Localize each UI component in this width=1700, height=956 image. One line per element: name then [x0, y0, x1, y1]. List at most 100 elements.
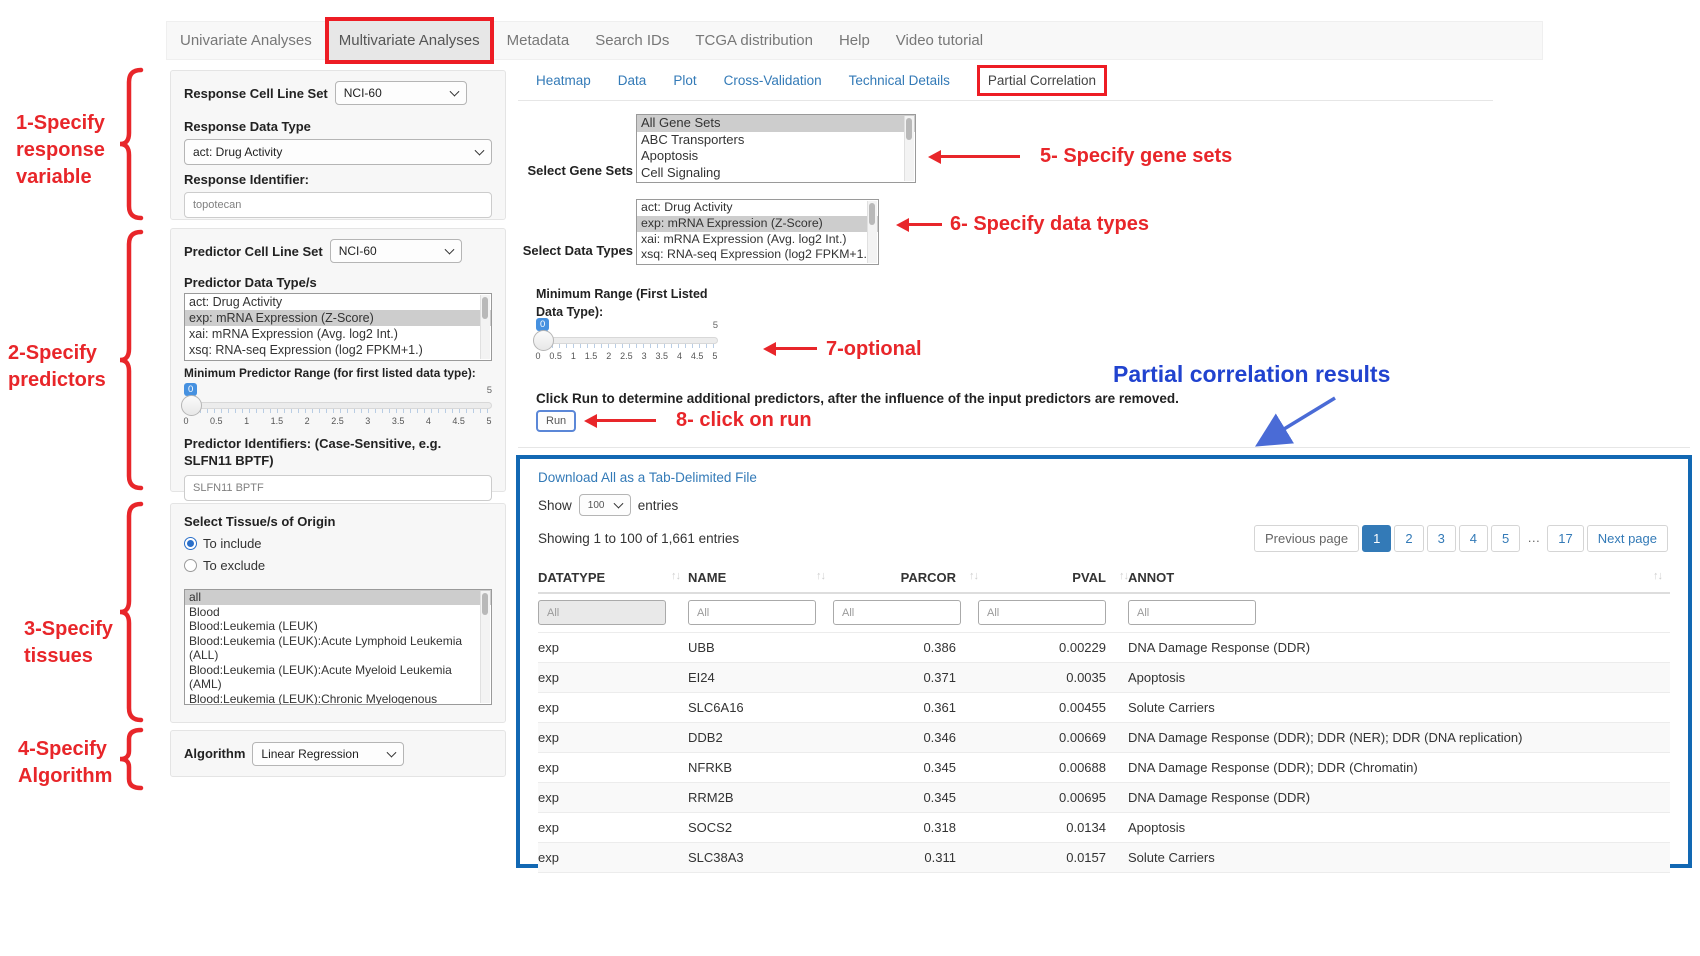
listbox-option[interactable]: exp: mRNA Expression (Z-Score) [185, 310, 491, 326]
table-row[interactable]: exp EI24 0.371 0.0035 Apoptosis [538, 663, 1670, 693]
column-filter-input[interactable] [833, 600, 961, 625]
table-row[interactable]: exp RRM2B 0.345 0.00695 DNA Damage Respo… [538, 783, 1670, 813]
table-row[interactable]: exp SLC38A3 0.311 0.0157 Solute Carriers [538, 843, 1670, 873]
scrollbar[interactable] [904, 116, 914, 181]
pagination: Previous page 1 2 3 4 5 … 17 Next page [1254, 525, 1668, 552]
page-length-select[interactable]: 100 [579, 494, 631, 516]
column-filter-input[interactable] [1128, 600, 1256, 625]
nav-item[interactable]: Help [826, 22, 883, 59]
page-number-button[interactable]: 3 [1427, 525, 1456, 552]
tab[interactable]: Technical Details [849, 73, 950, 88]
min-range-slider[interactable]: 0 5 00.511.522.533.544.55 [536, 318, 718, 362]
predictor-identifiers-input[interactable] [184, 475, 492, 501]
sort-icon[interactable]: ↑↓ [1653, 570, 1662, 582]
page-number-button[interactable]: … [1523, 525, 1544, 552]
tab[interactable]: Cross-Validation [724, 73, 822, 88]
scrollbar[interactable] [480, 591, 490, 703]
listbox-option[interactable]: xai: mRNA Expression (Avg. log2 Int.) [637, 232, 878, 248]
slider-max-label: 5 [713, 320, 718, 331]
column-header[interactable]: PARCOR↑↓ [833, 563, 978, 593]
nav-item[interactable]: TCGA distribution [682, 22, 826, 59]
cell-annot: DNA Damage Response (DDR) [1128, 633, 1670, 663]
algorithm-select[interactable]: Linear Regression [252, 742, 404, 766]
tissue-listbox[interactable]: all Blood Blood:Leukemia (LEUK) Blood:Le… [184, 589, 492, 705]
response-identifier-input[interactable] [184, 192, 492, 218]
predictor-cell-line-select[interactable]: NCI-60 [330, 239, 462, 263]
listbox-option[interactable]: Apoptosis [637, 148, 915, 165]
table-row[interactable]: exp NFRKB 0.345 0.00688 DNA Damage Respo… [538, 753, 1670, 783]
slider-track[interactable] [536, 337, 718, 344]
column-header[interactable]: ANNOT↑↓ [1128, 563, 1670, 593]
algorithm-panel: Algorithm Linear Regression [170, 730, 506, 777]
listbox-option[interactable]: Blood:Leukemia (LEUK):Acute Lymphoid Leu… [185, 634, 491, 663]
previous-page-button[interactable]: Previous page [1254, 525, 1359, 552]
listbox-option[interactable]: Blood:Leukemia (LEUK):Chronic Myelogenou… [185, 692, 491, 706]
response-data-type-select[interactable]: act: Drug Activity [184, 139, 492, 165]
column-header[interactable]: NAME↑↓ [688, 563, 833, 593]
slider-handle[interactable] [533, 330, 554, 351]
min-predictor-range-slider[interactable]: 0 5 00.511.522.533.544.55 [184, 383, 492, 427]
content-divider [518, 447, 1690, 448]
table-row[interactable]: exp SLC6A16 0.361 0.00455 Solute Carrier… [538, 693, 1670, 723]
annotation-step2: 2-Specify predictors [8, 340, 106, 394]
listbox-option[interactable]: Cell Signaling [637, 165, 915, 182]
listbox-option[interactable]: act: Drug Activity [185, 294, 491, 310]
next-page-button[interactable]: Next page [1587, 525, 1668, 552]
response-cell-line-select[interactable]: NCI-60 [335, 81, 467, 105]
scrollbar[interactable] [480, 295, 490, 359]
listbox-option[interactable]: Blood:Leukemia (LEUK):Acute Myeloid Leuk… [185, 663, 491, 692]
arrow-left-icon [769, 347, 817, 350]
scrollbar[interactable] [867, 201, 877, 263]
listbox-option[interactable]: All Gene Sets [637, 115, 915, 132]
listbox-option[interactable]: xsq: RNA-seq Expression (log2 FPKM+1.) [185, 342, 491, 358]
cell-datatype: exp [538, 693, 688, 723]
listbox-option[interactable]: Blood:Leukemia (LEUK) [185, 619, 491, 634]
algorithm-label: Algorithm [184, 746, 245, 761]
table-row[interactable]: exp UBB 0.386 0.00229 DNA Damage Respons… [538, 633, 1670, 663]
column-header[interactable]: PVAL↑↓ [978, 563, 1128, 593]
sort-icon[interactable]: ↑↓ [816, 570, 825, 582]
tissue-include-radio[interactable]: To include [184, 536, 492, 551]
sort-icon[interactable]: ↑↓ [1119, 570, 1128, 582]
cell-datatype: exp [538, 723, 688, 753]
page-number-button[interactable]: 17 [1547, 525, 1583, 552]
column-filter-input[interactable] [688, 600, 816, 625]
data-types-listbox[interactable]: act: Drug Activity exp: mRNA Expression … [636, 199, 879, 265]
listbox-option[interactable]: xsq: RNA-seq Expression (log2 FPKM+1.) [637, 247, 878, 263]
tissue-exclude-radio[interactable]: To exclude [184, 558, 492, 573]
listbox-option[interactable]: xai: mRNA Expression (Avg. log2 Int.) [185, 326, 491, 342]
nav-item[interactable]: Search IDs [582, 22, 682, 59]
top-navbar: Univariate Analyses Multivariate Analyse… [166, 21, 1543, 60]
page-number-button[interactable]: 5 [1491, 525, 1520, 552]
tab[interactable]: Heatmap [536, 73, 591, 88]
nav-item[interactable]: Metadata [494, 22, 583, 59]
tab[interactable]: Partial Correlation [977, 65, 1107, 96]
table-row[interactable]: exp SOCS2 0.318 0.0134 Apoptosis [538, 813, 1670, 843]
tab[interactable]: Plot [673, 73, 696, 88]
download-link[interactable]: Download All as a Tab-Delimited File [538, 470, 757, 485]
sort-icon[interactable]: ↑↓ [969, 570, 978, 582]
column-filter-input[interactable] [538, 600, 666, 625]
nav-item[interactable]: Video tutorial [883, 22, 996, 59]
nav-item[interactable]: Univariate Analyses [167, 22, 325, 59]
listbox-option[interactable]: exp: mRNA Expression (Z-Score) [637, 216, 878, 232]
gene-sets-listbox[interactable]: All Gene Sets ABC Transporters Apoptosis… [636, 114, 916, 183]
slider-track[interactable] [184, 402, 492, 409]
listbox-option[interactable]: act: Drug Activity [637, 200, 878, 216]
page-number-button[interactable]: 1 [1362, 525, 1391, 552]
table-row[interactable]: exp DDB2 0.346 0.00669 DNA Damage Respon… [538, 723, 1670, 753]
arrow-left-icon [590, 419, 656, 422]
listbox-option[interactable]: ABC Transporters [637, 132, 915, 149]
listbox-option[interactable]: all [185, 590, 491, 605]
predictor-data-types-listbox[interactable]: act: Drug Activity exp: mRNA Expression … [184, 293, 492, 361]
tab[interactable]: Data [618, 73, 647, 88]
listbox-option[interactable]: Blood [185, 605, 491, 620]
column-filter-input[interactable] [978, 600, 1106, 625]
run-button[interactable]: Run [536, 410, 576, 432]
column-header[interactable]: DATATYPE↑↓ [538, 563, 688, 593]
page-number-button[interactable]: 2 [1394, 525, 1423, 552]
page-number-button[interactable]: 4 [1459, 525, 1488, 552]
sort-icon[interactable]: ↑↓ [671, 570, 680, 582]
slider-handle[interactable] [181, 395, 202, 416]
nav-item[interactable]: Multivariate Analyses [325, 17, 494, 64]
